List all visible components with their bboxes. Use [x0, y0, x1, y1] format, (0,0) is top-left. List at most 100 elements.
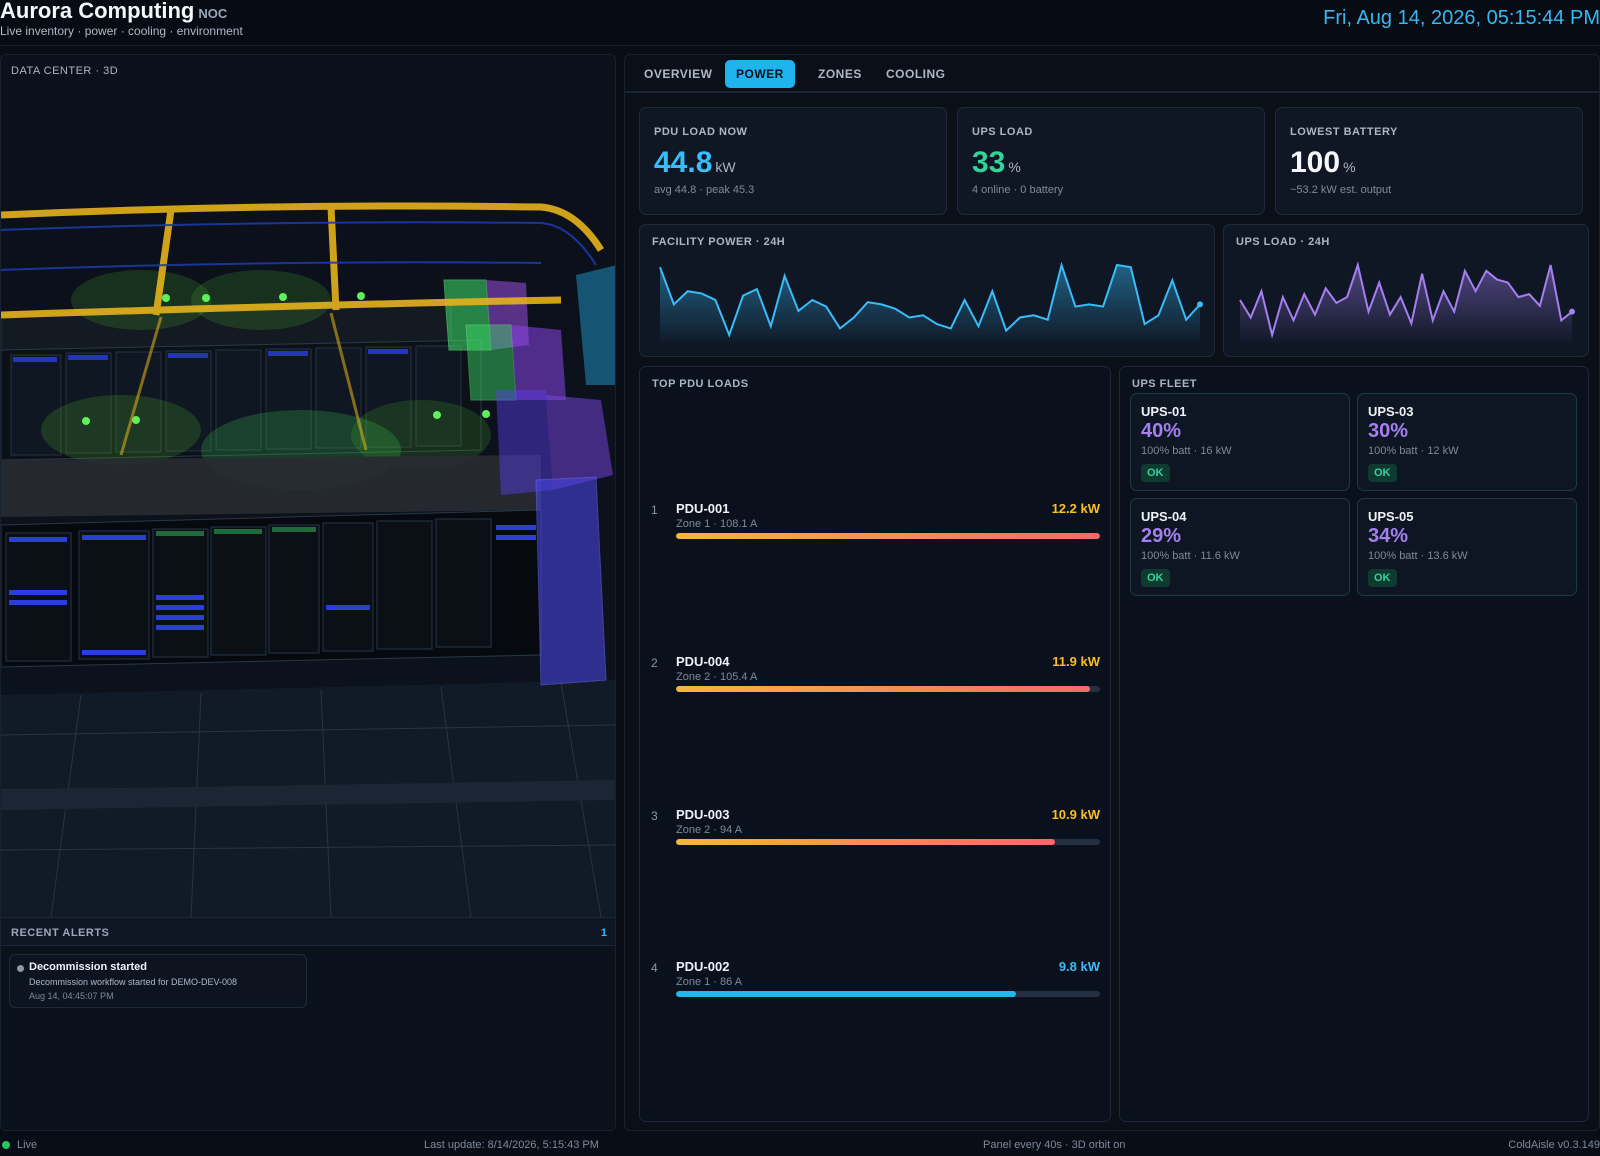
- tab-cooling[interactable]: COOLING: [875, 60, 957, 88]
- tab-overview[interactable]: OVERVIEW: [633, 60, 723, 88]
- ups-load-pct: 40%: [1141, 420, 1182, 442]
- pdu-row[interactable]: 1 PDU-001 Zone 1 · 108.1 A 12.2 kW: [640, 498, 1112, 558]
- ups-load-pct: 34%: [1368, 525, 1409, 547]
- kpi-subtext: avg 44.8 · peak 45.3: [654, 184, 755, 196]
- ups-name: UPS-01: [1141, 404, 1187, 419]
- last-update-text: Last update: 8/14/2026, 5:15:43 PM: [424, 1139, 599, 1151]
- pdu-load-bar-fill: [676, 839, 1055, 845]
- alert-title: Decommission started: [29, 961, 147, 973]
- ups-name: UPS-04: [1141, 509, 1187, 524]
- pdu-meta: Zone 1 · 108.1 A: [676, 518, 758, 530]
- facility-power-chart: FACILITY POWER · 24H: [639, 224, 1215, 357]
- kpi-number: 33: [972, 146, 1006, 179]
- ups-tile[interactable]: UPS-04 29% 100% batt · 11.6 kW OK: [1130, 498, 1350, 596]
- alert-item[interactable]: Decommission started Decommission workfl…: [9, 954, 307, 1008]
- ups-meta: 100% batt · 13.6 kW: [1368, 550, 1468, 562]
- kpi-value: 44.8 kW: [654, 146, 736, 180]
- kpi-label: LOWEST BATTERY: [1290, 126, 1398, 138]
- kpi-label: UPS LOAD: [972, 126, 1033, 138]
- kpi-pdu-load: PDU LOAD NOW 44.8 kW avg 44.8 · peak 45.3: [639, 107, 947, 215]
- sparkline-last-point: [1569, 308, 1575, 315]
- alert-timestamp: Aug 14, 04:45:07 PM: [29, 991, 114, 1001]
- kpi-unit: %: [1008, 159, 1021, 175]
- pdu-load-bar: [676, 686, 1100, 692]
- live-status-dot-icon: [2, 1141, 10, 1149]
- ups-load-title: UPS LOAD · 24H: [1236, 236, 1330, 248]
- alert-status-dot-icon: [17, 965, 24, 972]
- ups-name: UPS-05: [1368, 509, 1414, 524]
- pdu-load-bar-fill: [676, 686, 1090, 692]
- kpi-number: 44.8: [654, 146, 713, 179]
- kpi-unit: kW: [715, 159, 736, 175]
- pdu-rank: 2: [651, 656, 658, 670]
- pdu-kw: 10.9 kW: [1051, 807, 1100, 822]
- viewport-label: DATA CENTER · 3D: [11, 65, 119, 77]
- pdu-row[interactable]: 2 PDU-004 Zone 2 · 105.4 A 11.9 kW: [640, 651, 1112, 711]
- top-pdu-loads-panel: TOP PDU LOADS 1 PDU-001 Zone 1 · 108.1 A…: [639, 366, 1111, 1122]
- pdu-load-bar: [676, 839, 1100, 845]
- tab-bar: OVERVIEW POWER ZONES COOLING: [625, 55, 1599, 93]
- version-text: ColdAisle v0.3.149: [1508, 1139, 1600, 1151]
- live-status-text: Live: [17, 1139, 38, 1151]
- pdu-kw: 11.9 kW: [1052, 654, 1100, 669]
- pdu-rank: 4: [651, 961, 658, 975]
- alerts-title: RECENT ALERTS: [11, 927, 110, 939]
- alert-message: Decommission workflow started for DEMO-D…: [29, 977, 238, 987]
- ups-meta: 100% batt · 11.6 kW: [1141, 550, 1240, 562]
- datacenter-3d-scene[interactable]: [1, 55, 616, 917]
- kpi-number: 100: [1290, 146, 1341, 179]
- ups-status-badge: OK: [1368, 569, 1397, 587]
- ups-status-badge: OK: [1141, 464, 1170, 482]
- pdu-meta: Zone 2 · 105.4 A: [676, 671, 758, 683]
- ups-status-badge: OK: [1141, 569, 1170, 587]
- refresh-info-text: Panel every 40s · 3D orbit on: [983, 1139, 1126, 1151]
- pdu-name: PDU-004: [676, 654, 730, 669]
- left-panel: DATA CENTER · 3D RECENT ALERTS 1 Decommi…: [0, 54, 616, 1131]
- ups-tile[interactable]: UPS-03 30% 100% batt · 12 kW OK: [1357, 393, 1577, 491]
- ups-fleet-title: UPS FLEET: [1132, 378, 1198, 390]
- ups-name: UPS-03: [1368, 404, 1414, 419]
- sparkline-area: [1240, 265, 1572, 343]
- pdu-rank: 3: [651, 809, 658, 823]
- kpi-unit: %: [1343, 159, 1356, 175]
- app-header: Aurora Computing NOC Live inventory · pow…: [0, 0, 1600, 46]
- kpi-subtext: 4 online · 0 battery: [972, 184, 1064, 196]
- clock: Fri, Aug 14, 2026, 05:15:44 PM: [1323, 7, 1600, 29]
- datacenter-3d-viewport[interactable]: DATA CENTER · 3D: [1, 55, 616, 917]
- alerts-header: RECENT ALERTS 1: [1, 918, 615, 946]
- app-title-text: Aurora Computing: [0, 0, 195, 23]
- pdu-meta: Zone 1 · 86 A: [676, 976, 743, 988]
- ups-meta: 100% batt · 12 kW: [1368, 445, 1459, 457]
- pdu-name: PDU-002: [676, 959, 730, 974]
- ups-meta: 100% batt · 16 kW: [1141, 445, 1232, 457]
- recent-alerts-panel: RECENT ALERTS 1 Decommission started Dec…: [1, 917, 615, 1130]
- right-panel: OVERVIEW POWER ZONES COOLING PDU LOAD NO…: [624, 54, 1600, 1131]
- noc-badge: NOC: [198, 6, 228, 21]
- pdu-kw: 9.8 kW: [1058, 959, 1100, 974]
- ups-fleet-panel: UPS FLEET UPS-01 40% 100% batt · 16 kW O…: [1119, 366, 1589, 1122]
- kpi-lowest-battery: LOWEST BATTERY 100% ~53.2 kW est. output: [1275, 107, 1583, 215]
- kpi-ups-load: UPS LOAD 33% 4 online · 0 battery: [957, 107, 1265, 215]
- tab-power[interactable]: POWER: [725, 60, 795, 88]
- ups-tile[interactable]: UPS-05 34% 100% batt · 13.6 kW OK: [1357, 498, 1577, 596]
- pdu-kw: 12.2 kW: [1051, 501, 1100, 516]
- pdu-name: PDU-001: [676, 501, 730, 516]
- facility-power-title: FACILITY POWER · 24H: [652, 236, 786, 248]
- ups-tile[interactable]: UPS-01 40% 100% batt · 16 kW OK: [1130, 393, 1350, 491]
- sparkline-last-point: [1197, 301, 1203, 308]
- pdu-name: PDU-003: [676, 807, 730, 822]
- alerts-count-badge: 1: [600, 927, 607, 939]
- ups-load-pct: 30%: [1368, 420, 1409, 442]
- app-title: Aurora Computing NOC: [0, 0, 227, 24]
- pdu-row[interactable]: 3 PDU-003 Zone 2 · 94 A 10.9 kW: [640, 804, 1112, 864]
- pdu-load-bar: [676, 533, 1100, 539]
- status-footer: Live Last update: 8/14/2026, 5:15:43 PM …: [0, 1138, 1600, 1156]
- pdu-row[interactable]: 4 PDU-002 Zone 1 · 86 A 9.8 kW: [640, 956, 1112, 1016]
- tab-zones[interactable]: ZONES: [807, 60, 873, 88]
- kpi-value: 100%: [1290, 146, 1356, 180]
- ups-status-badge: OK: [1368, 464, 1397, 482]
- top-pdu-title: TOP PDU LOADS: [652, 378, 749, 390]
- app-subtitle: Live inventory · power · cooling · envir…: [0, 24, 243, 38]
- pdu-load-bar-fill: [676, 533, 1100, 539]
- pdu-load-bar-fill: [676, 991, 1017, 997]
